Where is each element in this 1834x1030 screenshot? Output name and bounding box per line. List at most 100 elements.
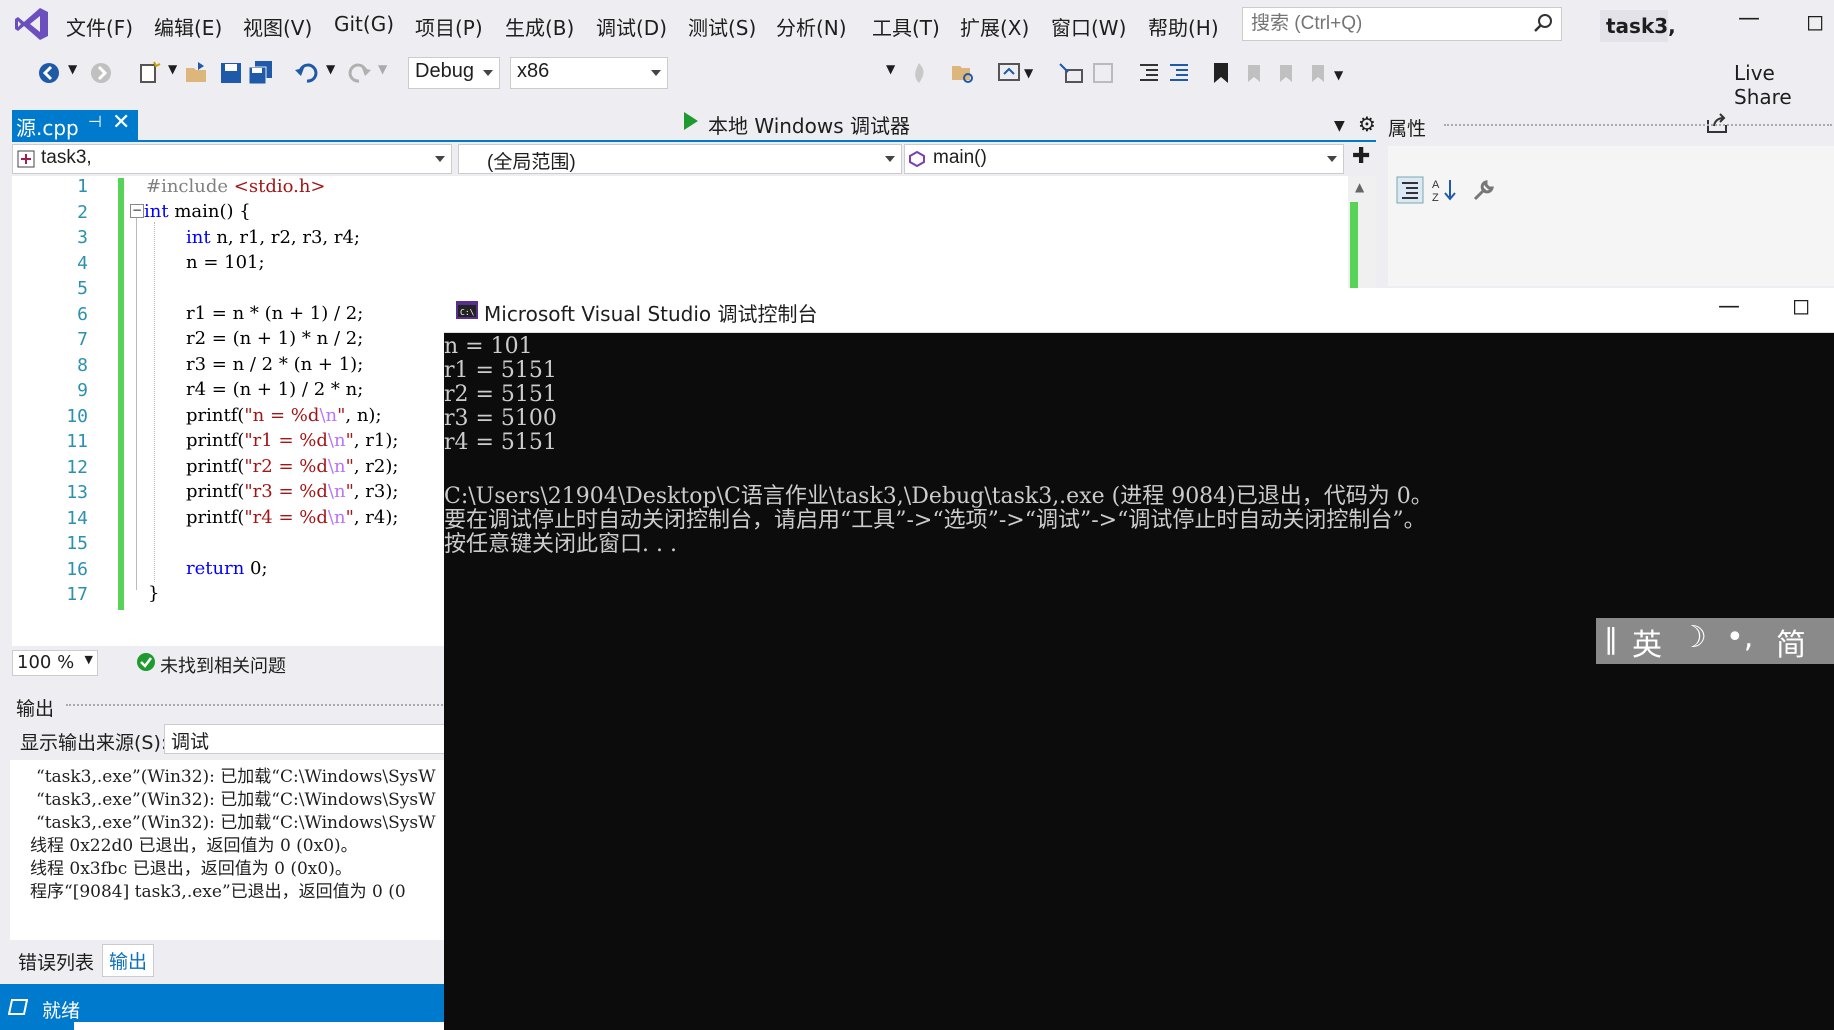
tab-output[interactable]: 输出 [102, 944, 155, 977]
close-icon[interactable]: ✕ [112, 110, 130, 135]
tab-source-cpp[interactable]: 源.cpp ⊣ ✕ [12, 110, 138, 140]
config-combo[interactable]: Debug [408, 57, 500, 89]
line-number: 10 [66, 405, 88, 427]
forward-icon[interactable] [88, 60, 114, 86]
menu-build[interactable]: 生成(B) [505, 12, 574, 41]
bottom-tabs: 错误列表 输出 [10, 942, 446, 978]
find-in-files-icon[interactable] [950, 60, 976, 86]
browser-link-icon[interactable] [996, 60, 1022, 86]
back-icon[interactable] [36, 60, 62, 86]
console-titlebar[interactable]: C:\ Microsoft Visual Studio 调试控制台 — ◻ [444, 288, 1834, 333]
nav-scope-value: (全局范围) [487, 152, 576, 173]
chevron-down-icon [435, 156, 445, 162]
output-line: 线程 0x3fbc 已退出，返回值为 0 (0x0)。 [30, 859, 352, 879]
line-number: 17 [66, 584, 88, 605]
clear-bookmarks-icon[interactable] [1304, 60, 1330, 86]
bookmark-icon[interactable] [1208, 60, 1234, 86]
minimize-icon[interactable]: — [1718, 294, 1740, 319]
menu-analyze[interactable]: 分析(N) [776, 12, 847, 41]
pin-icon[interactable]: ⊣ [88, 112, 102, 131]
comment-icon[interactable] [1166, 60, 1192, 86]
check-circle-icon [137, 653, 155, 671]
menu-extensions[interactable]: 扩展(X) [960, 12, 1029, 41]
method-icon [909, 151, 925, 167]
prev-bookmark-icon[interactable] [1240, 60, 1266, 86]
ime-language-toggle[interactable]: 英 [1632, 620, 1662, 664]
line-number: 11 [66, 431, 88, 452]
output-line: 程序“[9084] task3,.exe”已退出，返回值为 0 (0 [30, 882, 406, 902]
menu-git[interactable]: Git(G) [334, 12, 394, 36]
line-number: 6 [77, 303, 88, 325]
undo-icon[interactable] [294, 60, 320, 86]
nav-project-combo[interactable]: task3, [12, 144, 452, 174]
ime-simplified-toggle[interactable]: 简 [1776, 620, 1806, 664]
maximize-icon[interactable]: ◻ [1792, 294, 1810, 319]
back-dropdown-icon[interactable]: ▼ [68, 62, 77, 76]
platform-combo[interactable]: x86 [510, 57, 668, 89]
console-line: r3 = 5100 [444, 406, 557, 431]
search-input[interactable] [1249, 12, 1523, 36]
tab-list-dropdown-icon[interactable]: ▼ [1334, 118, 1345, 134]
sort-alpha-icon[interactable]: AZ [1430, 176, 1458, 204]
wrench-icon[interactable] [1472, 178, 1496, 202]
collapse-icon[interactable]: − [130, 204, 144, 218]
browser-dropdown-icon[interactable]: ▼ [1024, 66, 1033, 80]
play-icon[interactable] [682, 110, 700, 132]
split-view-icon[interactable]: ✚ [1352, 144, 1370, 169]
redo-icon[interactable] [346, 60, 372, 86]
live-share-button[interactable]: Live Share [1734, 61, 1834, 109]
nav-scope-combo[interactable]: (全局范围) [458, 144, 902, 174]
output-line: 线程 0x22d0 已退出，返回值为 0 (0x0)。 [30, 836, 358, 856]
zoom-combo[interactable]: 100 % ▼ [12, 650, 98, 676]
issues-status[interactable]: 未找到相关问题 [160, 652, 286, 678]
change-tracking-bar [118, 178, 124, 610]
new-project-icon[interactable] [136, 60, 162, 86]
menu-file[interactable]: 文件(F) [66, 12, 133, 41]
scrollbar-change-marker [1350, 202, 1358, 292]
nav-member-combo[interactable]: main() [904, 144, 1344, 174]
ime-moon-icon[interactable]: ☽ [1680, 620, 1707, 655]
undo-dropdown-icon[interactable]: ▼ [326, 62, 335, 76]
indent-icon[interactable] [1136, 60, 1162, 86]
menu-view[interactable]: 视图(V) [243, 12, 312, 41]
properties-panel: AZ [1388, 146, 1834, 286]
hot-reload-icon[interactable] [906, 60, 932, 86]
ime-grip-icon[interactable]: ‖ [1604, 622, 1618, 655]
output-text[interactable]: “task3,.exe”(Win32): 已加载“C:\Windows\SysW… [10, 760, 446, 940]
next-bookmark-icon[interactable] [1272, 60, 1298, 86]
tab-error-list[interactable]: 错误列表 [18, 948, 94, 975]
search-icon[interactable] [1533, 13, 1553, 33]
toolbar-overflow-icon[interactable]: ▼ [1334, 68, 1343, 82]
status-text: 就绪 [42, 1000, 81, 1022]
gear-icon[interactable]: ⚙ [1358, 112, 1376, 136]
menu-window[interactable]: 窗口(W) [1051, 12, 1126, 41]
ime-punct-toggle[interactable]: •, [1726, 620, 1753, 655]
menu-edit[interactable]: 编辑(E) [154, 12, 222, 41]
save-all-icon[interactable] [248, 60, 274, 86]
step-into-icon[interactable] [1058, 60, 1084, 86]
scroll-up-icon[interactable]: ▲ [1355, 180, 1364, 194]
menu-debug[interactable]: 调试(D) [596, 12, 667, 41]
step-over-icon[interactable] [1090, 60, 1116, 86]
line-number: 5 [77, 278, 88, 299]
output-source-value: 调试 [171, 731, 210, 753]
restore-icon[interactable]: ◻ [1806, 10, 1824, 35]
visual-studio-logo-icon[interactable] [14, 6, 50, 42]
menu-test[interactable]: 测试(S) [688, 12, 756, 41]
run-debugger-button[interactable]: 本地 Windows 调试器 [708, 110, 910, 139]
output-source-combo[interactable]: 调试 [164, 724, 446, 754]
properties-title: 属性 [1388, 118, 1427, 140]
new-dropdown-icon[interactable]: ▼ [168, 62, 177, 76]
menu-help[interactable]: 帮助(H) [1148, 12, 1219, 41]
menu-project[interactable]: 项目(P) [415, 12, 483, 41]
categorized-icon[interactable] [1396, 176, 1424, 204]
open-folder-icon[interactable] [184, 60, 210, 86]
ime-toolbar[interactable]: ‖ 英 ☽ •, 简 [1596, 618, 1834, 664]
run-dropdown-icon[interactable]: ▼ [886, 62, 895, 76]
redo-dropdown-icon[interactable]: ▼ [378, 62, 387, 76]
save-icon[interactable] [218, 60, 244, 86]
line-number: 4 [77, 252, 88, 274]
minimize-icon[interactable]: — [1738, 6, 1760, 31]
menu-tools[interactable]: 工具(T) [872, 12, 940, 41]
search-box[interactable] [1242, 7, 1562, 41]
